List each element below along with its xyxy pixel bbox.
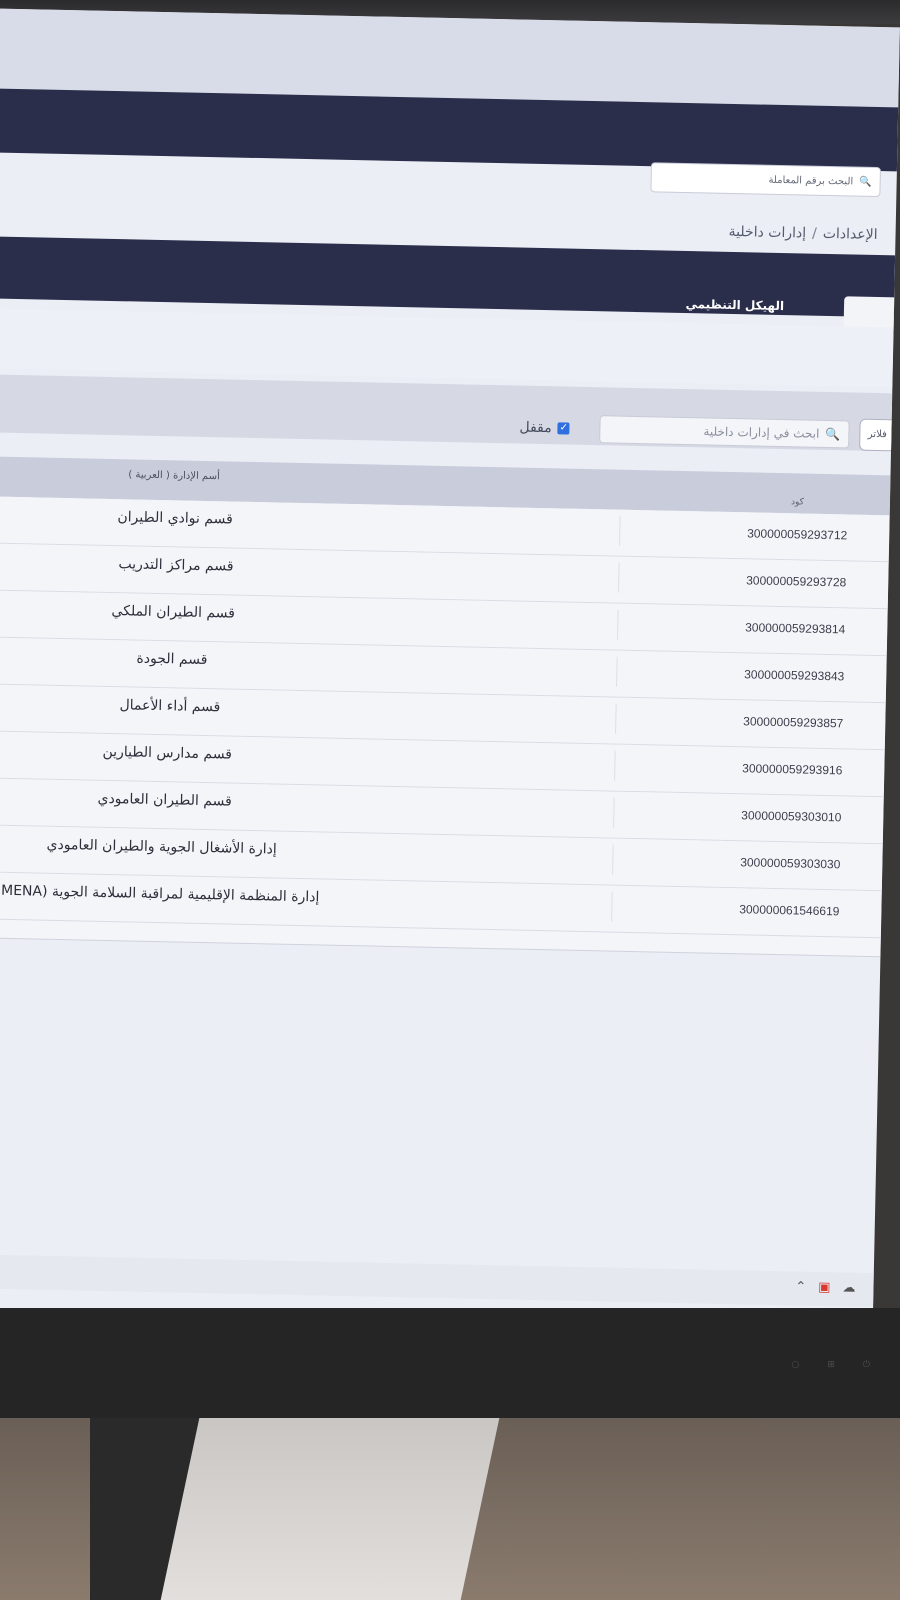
closed-checkbox[interactable]: ✓ مقفل (519, 420, 570, 437)
content-panel (0, 308, 894, 388)
department-code: 300000061546619 (739, 902, 840, 919)
cell-divider (617, 609, 619, 640)
monitor-stand (160, 1418, 500, 1600)
department-code: 300000059303010 (741, 808, 842, 825)
department-name: قسم مراكز التدريب (118, 556, 234, 575)
department-code: 300000059293728 (746, 573, 847, 590)
department-name: قسم أداء الأعمال (119, 697, 221, 716)
department-code: 300000059293843 (744, 667, 845, 684)
tab-org-structure[interactable]: الهيكل التنظيمي (685, 297, 784, 313)
breadcrumb: الإعدادات / إدارات داخلية (728, 224, 877, 243)
department-code: 300000059303030 (740, 855, 841, 872)
department-code: 300000059293814 (745, 620, 846, 637)
cell-divider (613, 797, 615, 828)
menu-button-icon[interactable]: ○ (791, 1360, 799, 1370)
cell-divider (612, 844, 614, 875)
cell-divider (618, 515, 621, 546)
search-icon: 🔍 (859, 176, 872, 188)
department-name: إدارة الأشغال الجوية والطيران العامودي (46, 836, 277, 858)
department-name: قسم الجودة (136, 650, 208, 669)
department-name: قسم مدارس الطيارين (102, 743, 233, 763)
breadcrumb-separator: / (811, 225, 817, 242)
transaction-search-input[interactable]: 🔍 البحث برقم المعاملة (650, 162, 881, 198)
transaction-search-placeholder: البحث برقم المعاملة (768, 174, 854, 187)
checkbox-checked-icon[interactable]: ✓ (557, 422, 570, 435)
power-button-icon[interactable]: ⏻ (863, 1360, 870, 1370)
breadcrumb-settings[interactable]: الإعدادات (823, 226, 878, 243)
cell-divider (616, 656, 618, 687)
monitor-buttons: ○ ⊞ ⏻ (791, 1360, 870, 1370)
column-header-name[interactable]: أسم الإدارة ( العربية ) (128, 469, 220, 482)
app-tray-icon[interactable]: ▣ (818, 1280, 831, 1295)
taskbar (0, 1254, 874, 1308)
department-code: 300000059293916 (742, 761, 843, 778)
screen: 🔍 البحث برقم المعاملة الإعدادات / إدارات… (0, 8, 900, 1328)
system-tray: ⌃ ▣ ☁ (795, 1280, 856, 1296)
departments-table: كود أسم الإدارة ( العربية ) 300000059293… (0, 456, 891, 958)
department-name: قسم الطيران العامودي (97, 790, 232, 810)
departments-search-input[interactable]: 🔍 ابحث في إدارات داخلية (599, 415, 850, 449)
departments-search-placeholder: ابحث في إدارات داخلية (703, 424, 820, 441)
column-header-code[interactable]: كود (791, 497, 804, 507)
department-name: قسم نوادي الطيران (117, 509, 233, 528)
department-code: 300000059293712 (747, 526, 848, 543)
search-icon: 🔍 (825, 426, 841, 442)
department-name: قسم الطيران الملكي (111, 603, 236, 622)
filter-button[interactable]: فلاتر (859, 418, 896, 452)
department-code: 300000059293857 (743, 714, 844, 731)
department-name: إدارة المنظمة الإقليمية لمراقبة السلامة … (0, 882, 320, 906)
closed-checkbox-label: مقفل (519, 419, 552, 437)
chevron-up-icon[interactable]: ⌃ (795, 1280, 806, 1295)
cloud-icon[interactable]: ☁ (842, 1280, 855, 1295)
input-button-icon[interactable]: ⊞ (827, 1360, 835, 1370)
cell-divider (614, 750, 616, 781)
cell-divider (611, 891, 613, 922)
breadcrumb-internal-departments: إدارات داخلية (728, 223, 807, 242)
monitor-bezel-bottom (0, 1308, 900, 1418)
cell-divider (618, 562, 620, 593)
cell-divider (615, 703, 617, 734)
